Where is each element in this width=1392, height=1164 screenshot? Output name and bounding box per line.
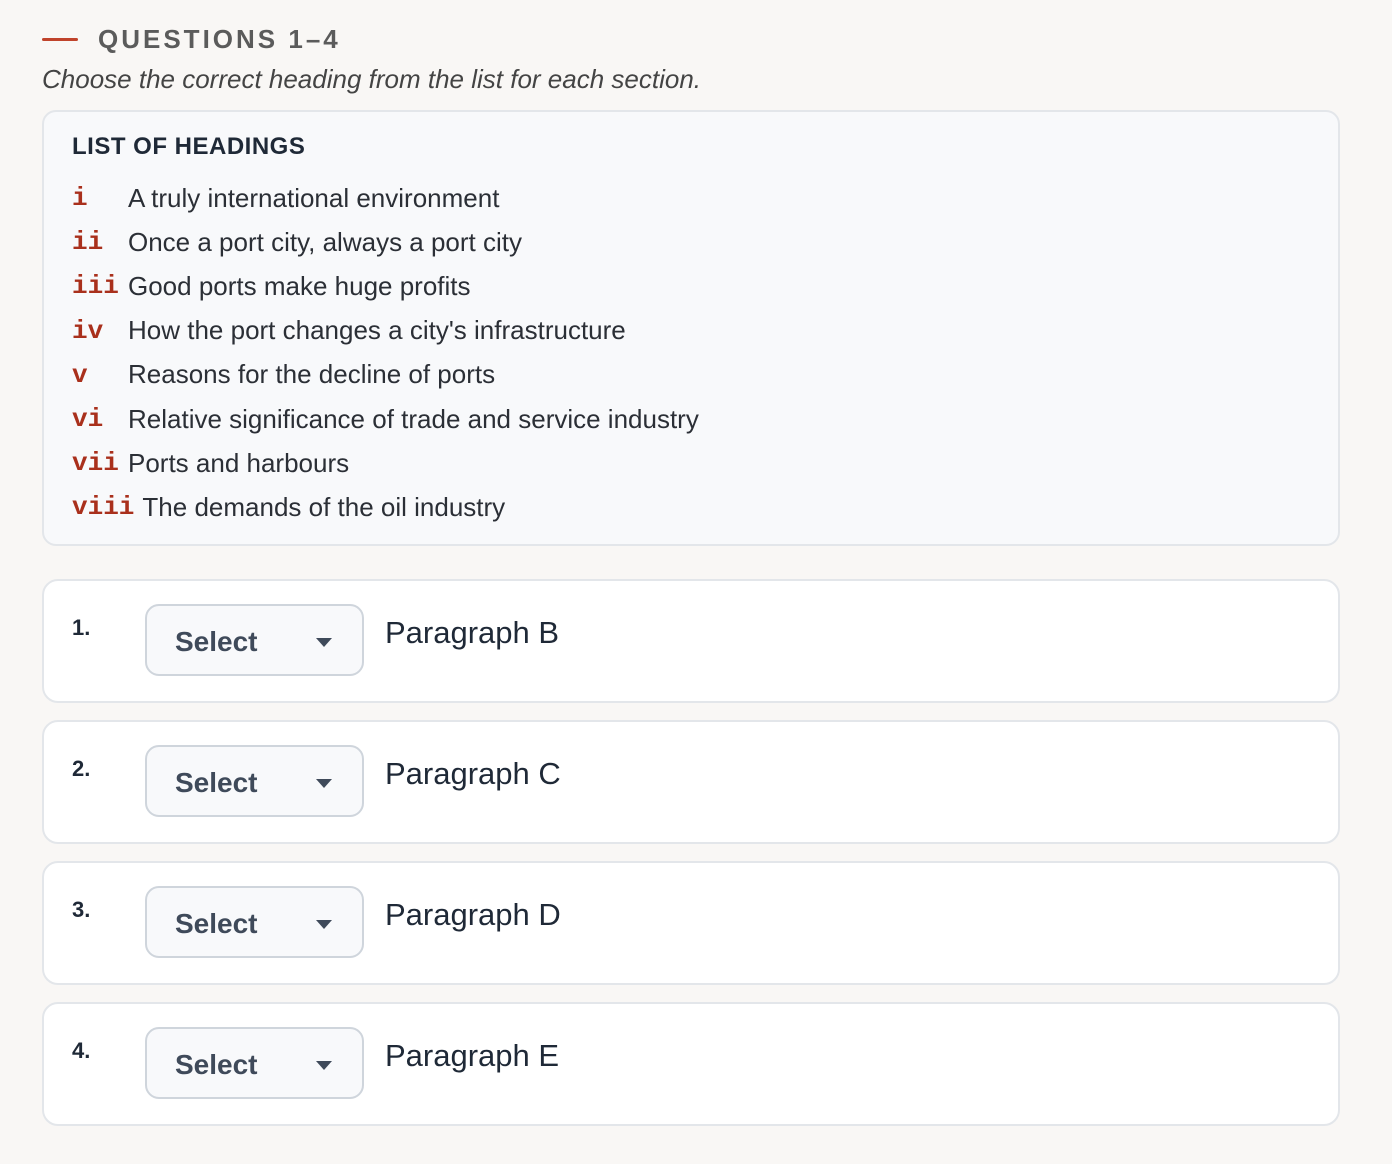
heading-numeral: viii (72, 492, 135, 523)
caret-down-icon (316, 920, 332, 929)
heading-text: How the port changes a city's infrastruc… (128, 315, 626, 346)
question-section: QUESTIONS 1–4 Choose the correct heading… (42, 22, 1342, 546)
heading-numeral: iv (72, 315, 104, 346)
heading-text: A truly international environment (128, 182, 500, 213)
heading-item: i A truly international environment (72, 176, 1310, 220)
heading-select-4[interactable]: Select (145, 1027, 364, 1099)
question-number: 4. (72, 1038, 91, 1063)
heading-select-3[interactable]: Select (145, 886, 364, 958)
paragraph-label: Paragraph D (385, 897, 561, 932)
paragraph-label: Paragraph B (385, 615, 560, 650)
heading-numeral: vii (72, 448, 119, 479)
heading-item: vi Relative significance of trade and se… (72, 397, 1310, 441)
headings-list: i A truly international environment ii O… (72, 176, 1310, 530)
section-header: QUESTIONS 1–4 (42, 22, 1342, 56)
question-list: 1. Select Paragraph B 2. Select Paragrap… (42, 579, 1342, 1139)
caret-down-icon (316, 779, 332, 788)
heading-text: Ports and harbours (128, 447, 350, 478)
question-number: 3. (72, 897, 91, 922)
question-card-2: 2. Select Paragraph C (42, 720, 1340, 844)
select-label: Select (175, 626, 258, 657)
list-of-headings: LIST OF HEADINGS i A truly international… (42, 110, 1340, 546)
heading-text: Relative significance of trade and servi… (128, 403, 699, 434)
question-card-3: 3. Select Paragraph D (42, 861, 1340, 985)
select-label: Select (175, 908, 258, 939)
headings-title: LIST OF HEADINGS (72, 133, 306, 160)
paragraph-label: Paragraph E (385, 1038, 560, 1073)
question-number: 1. (72, 615, 91, 640)
heading-item: iii Good ports make huge profits (72, 264, 1310, 308)
question-card-1: 1. Select Paragraph B (42, 579, 1340, 703)
heading-numeral: iii (72, 271, 119, 302)
heading-item: vii Ports and harbours (72, 441, 1310, 485)
heading-text: Reasons for the decline of ports (128, 359, 496, 390)
caret-down-icon (316, 1061, 332, 1070)
heading-text: Once a port city, always a port city (128, 226, 522, 257)
heading-item: viii The demands of the oil industry (72, 485, 1310, 529)
heading-text: Good ports make huge profits (128, 270, 471, 301)
heading-numeral: v (72, 359, 88, 390)
heading-text: The demands of the oil industry (142, 491, 506, 522)
heading-numeral: i (72, 183, 88, 214)
section-title: QUESTIONS 1–4 (98, 23, 341, 54)
heading-numeral: vi (72, 404, 104, 435)
heading-select-2[interactable]: Select (145, 745, 364, 817)
accent-line (42, 37, 78, 41)
heading-item: iv How the port changes a city's infrast… (72, 309, 1310, 353)
caret-down-icon (316, 638, 332, 647)
paragraph-label: Paragraph C (385, 756, 561, 791)
select-label: Select (175, 1049, 258, 1080)
question-card-4: 4. Select Paragraph E (42, 1002, 1340, 1126)
heading-numeral: ii (72, 227, 104, 258)
question-number: 2. (72, 756, 91, 781)
heading-select-1[interactable]: Select (145, 604, 364, 676)
heading-item: v Reasons for the decline of ports (72, 353, 1310, 397)
section-instruction: Choose the correct heading from the list… (42, 64, 702, 94)
heading-item: ii Once a port city, always a port city (72, 220, 1310, 264)
select-label: Select (175, 767, 258, 798)
